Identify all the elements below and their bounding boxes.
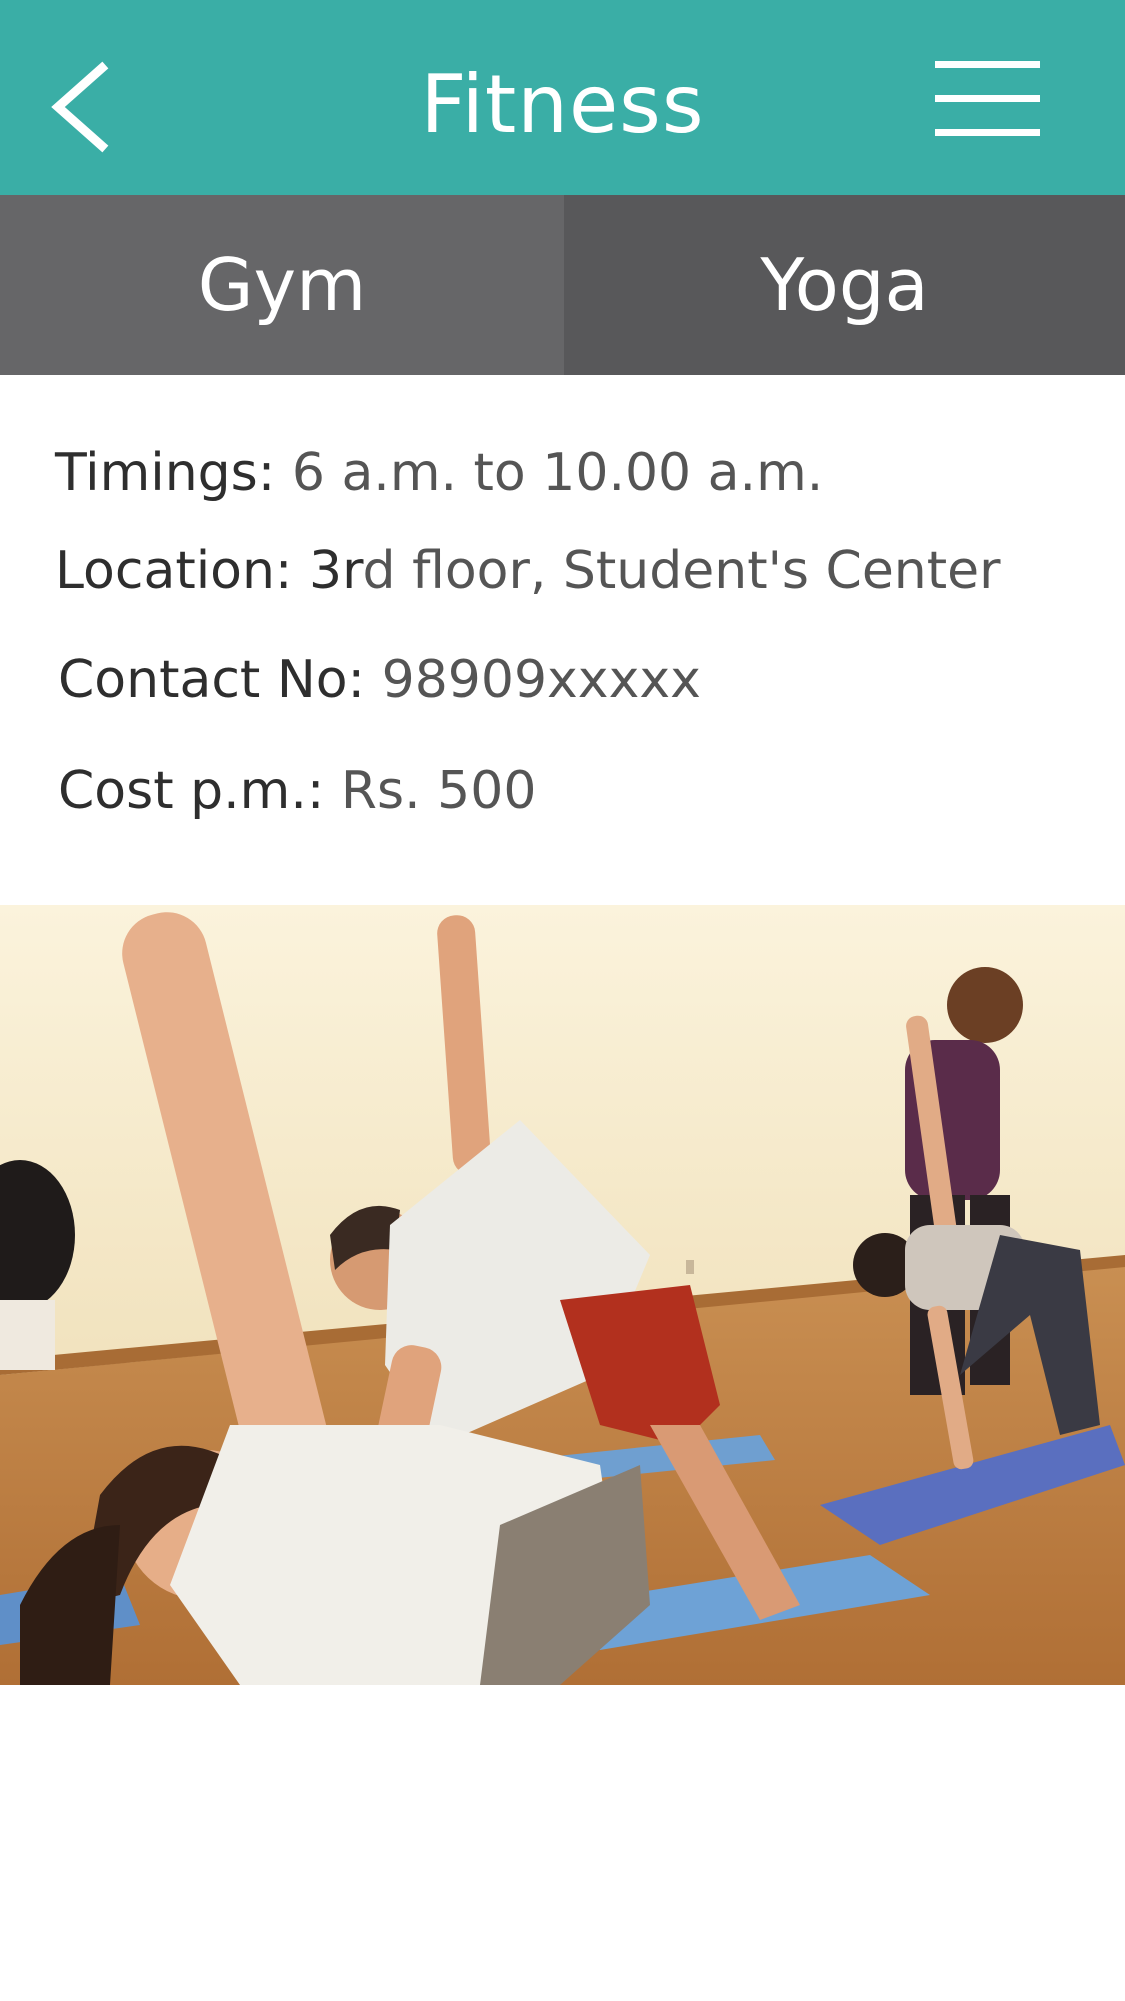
tab-yoga[interactable]: Yoga (564, 195, 1125, 375)
cost-value: Rs. 500 (324, 761, 537, 821)
timings-value: 6 a.m. to 10.00 a.m. (275, 443, 824, 503)
tab-gym[interactable]: Gym (0, 195, 564, 375)
app-header: Fitness (0, 0, 1125, 195)
contact-row: Contact No: 98909xxxxx (58, 650, 701, 710)
tab-bar: Gym Yoga (0, 195, 1125, 375)
cost-label: Cost p.m.: (58, 761, 325, 821)
location-row: Location: 3rd floor, Student's Center (55, 541, 1001, 601)
cost-row: Cost p.m.: Rs. 500 (58, 761, 536, 821)
timings-row: Timings: 6 a.m. to 10.00 a.m. (55, 443, 823, 503)
location-label: Location: 3r (55, 541, 363, 601)
yoga-class-photo (0, 905, 1125, 1685)
menu-button[interactable] (930, 55, 1045, 145)
back-button[interactable] (40, 50, 130, 160)
contact-value: 98909xxxxx (365, 650, 701, 710)
timings-label: Timings: (55, 443, 276, 503)
location-value: d floor, Student's Center (362, 541, 1001, 601)
info-panel: Timings: 6 a.m. to 10.00 a.m. Location: … (0, 375, 1125, 905)
chevron-left-icon (40, 50, 130, 160)
contact-label: Contact No: (58, 650, 366, 710)
